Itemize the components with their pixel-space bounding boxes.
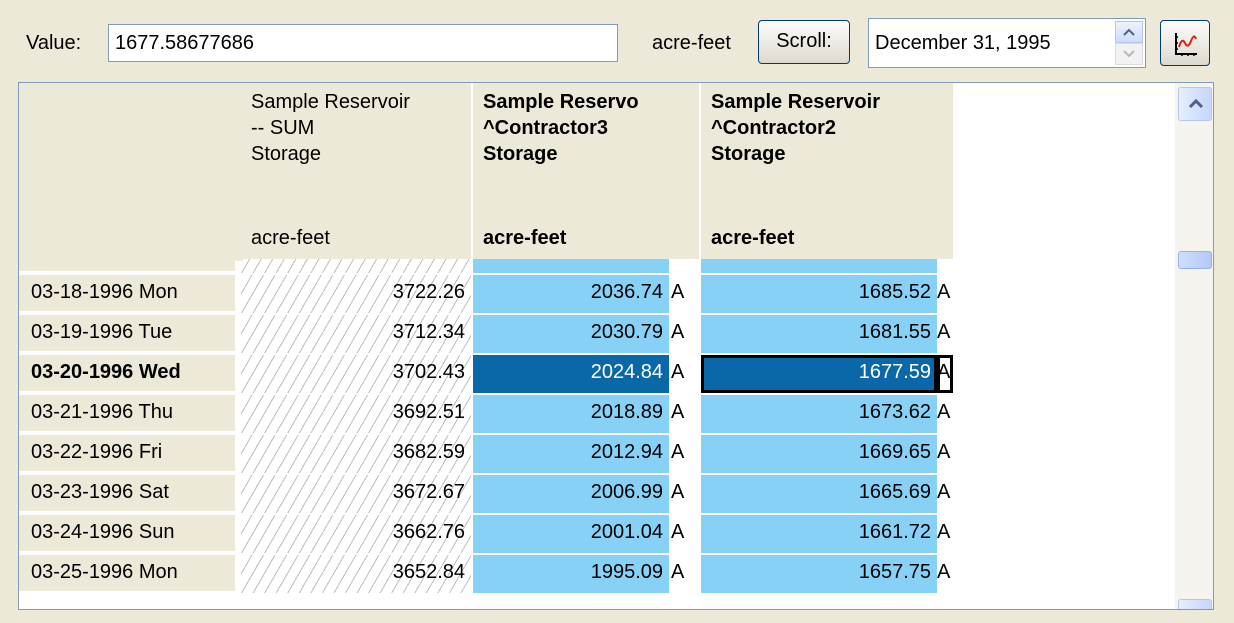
scroll-up-button[interactable] bbox=[1178, 87, 1212, 121]
date-spinner[interactable]: December 31, 1995 bbox=[868, 18, 1146, 68]
scrollbar-thumb[interactable] bbox=[1178, 251, 1212, 269]
arrow-down-icon bbox=[1123, 50, 1135, 58]
cell-sum-storage[interactable]: 3712.34 bbox=[241, 315, 471, 353]
spin-up-button[interactable] bbox=[1115, 21, 1143, 43]
cell-contractor3-flag[interactable]: A bbox=[669, 475, 699, 513]
header-line: Storage bbox=[711, 143, 786, 165]
header-line: Sample Reservoir bbox=[711, 91, 880, 113]
header-line: Sample Reservoir bbox=[251, 91, 410, 113]
cell-contractor3-flag[interactable]: A bbox=[669, 355, 699, 393]
column-header-contractor2-storage[interactable]: Sample Reservoir ^Contractor2 Storage ac… bbox=[701, 83, 955, 259]
header-line: ^Contractor3 bbox=[483, 117, 609, 139]
cell-sum-storage[interactable]: 3702.43 bbox=[241, 355, 471, 393]
table-row[interactable]: 03-22-1996 Fri 3682.59 2012.94 A 1669.65 A bbox=[19, 435, 959, 475]
cell-sum-storage[interactable]: 3672.67 bbox=[241, 475, 471, 513]
cell-contractor2-flag[interactable]: A bbox=[937, 355, 953, 393]
cell-contractor3-storage[interactable]: 1995.09 bbox=[473, 555, 669, 593]
cell-contractor2-flag[interactable]: A bbox=[937, 435, 953, 473]
vertical-scrollbar[interactable] bbox=[1175, 83, 1213, 609]
scroll-button[interactable]: Scroll: bbox=[758, 20, 850, 64]
cell-contractor3-storage[interactable]: 2036.74 bbox=[473, 275, 669, 313]
cell-contractor3-storage[interactable]: 2006.99 bbox=[473, 475, 669, 513]
cell-contractor2-flag[interactable]: A bbox=[937, 395, 953, 433]
units-label: acre-feet bbox=[652, 32, 731, 54]
value-input[interactable] bbox=[108, 24, 618, 62]
cell-contractor3-flag[interactable]: A bbox=[669, 315, 699, 353]
cell-contractor3-storage[interactable]: 2018.89 bbox=[473, 395, 669, 433]
column-header-sum-storage[interactable]: Sample Reservoir -- SUM Storage acre-fee… bbox=[241, 83, 473, 259]
row-header-date[interactable]: 03-20-1996 Wed bbox=[19, 355, 237, 393]
row-header-date[interactable]: 03-21-1996 Thu bbox=[19, 395, 237, 433]
cell-contractor2-flag[interactable]: A bbox=[937, 555, 953, 593]
cell-contractor3-storage[interactable]: 2012.94 bbox=[473, 435, 669, 473]
cell-contractor2-storage[interactable]: 1665.69 bbox=[701, 475, 937, 513]
cell-contractor2-storage[interactable]: 1669.65 bbox=[701, 435, 937, 473]
cell-contractor3-flag[interactable]: A bbox=[669, 395, 699, 433]
header-unit: acre-feet bbox=[483, 227, 567, 249]
cell-contractor2-storage[interactable]: 1681.55 bbox=[701, 315, 937, 353]
table-row[interactable]: 03-18-1996 Mon 3722.26 2036.74 A 1685.52 A bbox=[19, 275, 959, 315]
table-row[interactable]: 03-25-1996 Mon 3652.84 1995.09 A 1657.75 A bbox=[19, 555, 959, 595]
header-line: -- SUM bbox=[251, 117, 315, 139]
cell-sum-storage[interactable]: 3662.76 bbox=[241, 515, 471, 553]
table-row[interactable]: 03-24-1996 Sun 3662.76 2001.04 A 1661.72 A bbox=[19, 515, 959, 555]
table-row[interactable]: 03-19-1996 Tue 3712.34 2030.79 A 1681.55 A bbox=[19, 315, 959, 355]
cell-contractor2-storage[interactable]: 1673.62 bbox=[701, 395, 937, 433]
row-header-date[interactable]: 03-25-1996 Mon bbox=[19, 555, 237, 593]
date-text: December 31, 1995 bbox=[875, 32, 1051, 54]
cell-contractor3-flag[interactable]: A bbox=[669, 435, 699, 473]
cell-contractor2-storage[interactable]: 1657.75 bbox=[701, 555, 937, 593]
header-line: Storage bbox=[483, 143, 558, 165]
cell-contractor3-storage[interactable]: 2001.04 bbox=[473, 515, 669, 553]
row-header-date[interactable]: 03-24-1996 Sun bbox=[19, 515, 237, 553]
table-row[interactable]: 03-23-1996 Sat 3672.67 2006.99 A 1665.69 A bbox=[19, 475, 959, 515]
header-unit: acre-feet bbox=[711, 227, 795, 249]
spin-down-button[interactable] bbox=[1115, 43, 1143, 65]
cell-contractor2-flag[interactable]: A bbox=[937, 275, 953, 313]
row-header-date[interactable]: 03-22-1996 Fri bbox=[19, 435, 237, 473]
value-label: Value: bbox=[26, 32, 82, 54]
cell-contractor3-flag[interactable]: A bbox=[669, 515, 699, 553]
cell-contractor2-flag[interactable]: A bbox=[937, 515, 953, 553]
scroll-down-button[interactable] bbox=[1178, 599, 1212, 609]
row-header-date[interactable]: 03-23-1996 Sat bbox=[19, 475, 237, 513]
header-line: Storage bbox=[251, 143, 322, 165]
cell-contractor3-storage[interactable]: 2030.79 bbox=[473, 315, 669, 353]
header-line: Sample Reservo bbox=[483, 91, 639, 113]
toolbar: Value: acre-feet Scroll: December 31, 19… bbox=[0, 0, 1234, 80]
table-row[interactable]: 03-20-1996 Wed 3702.43 2024.84 A 1677.59 A bbox=[19, 355, 959, 395]
cell-contractor2-storage[interactable]: 1685.52 bbox=[701, 275, 937, 313]
cell-sum-storage[interactable]: 3682.59 bbox=[241, 435, 471, 473]
table-row[interactable]: 03-21-1996 Thu 3692.51 2018.89 A 1673.62 A bbox=[19, 395, 959, 435]
row-header-date[interactable]: 03-19-1996 Tue bbox=[19, 315, 237, 353]
header-unit: acre-feet bbox=[251, 227, 330, 249]
header-line: ^Contractor2 bbox=[711, 117, 837, 139]
cell-sum-storage[interactable]: 3652.84 bbox=[241, 555, 471, 593]
cell-contractor2-flag[interactable]: A bbox=[937, 315, 953, 353]
cell-sum-storage[interactable]: 3722.26 bbox=[241, 275, 471, 313]
chart-icon bbox=[1175, 33, 1197, 56]
graph-button[interactable] bbox=[1160, 20, 1210, 66]
data-grid[interactable]: 03-17-1996 Sun3732.182042.69A1689.49A03-… bbox=[18, 82, 1214, 610]
cell-sum-storage[interactable]: 3692.51 bbox=[241, 395, 471, 433]
arrow-up-icon bbox=[1123, 28, 1135, 36]
chevron-up-icon bbox=[1188, 99, 1204, 109]
column-header-contractor3-storage[interactable]: Sample Reservo ^Contractor3 Storage acre… bbox=[473, 83, 701, 259]
cell-contractor2-storage[interactable]: 1661.72 bbox=[701, 515, 937, 553]
cell-contractor3-flag[interactable]: A bbox=[669, 275, 699, 313]
cell-contractor2-storage[interactable]: 1677.59 bbox=[701, 355, 937, 393]
cell-contractor3-storage[interactable]: 2024.84 bbox=[473, 355, 669, 393]
grid-corner bbox=[19, 83, 243, 261]
row-header-date[interactable]: 03-18-1996 Mon bbox=[19, 275, 237, 313]
cell-contractor3-flag[interactable]: A bbox=[669, 555, 699, 593]
cell-contractor2-flag[interactable]: A bbox=[937, 475, 953, 513]
